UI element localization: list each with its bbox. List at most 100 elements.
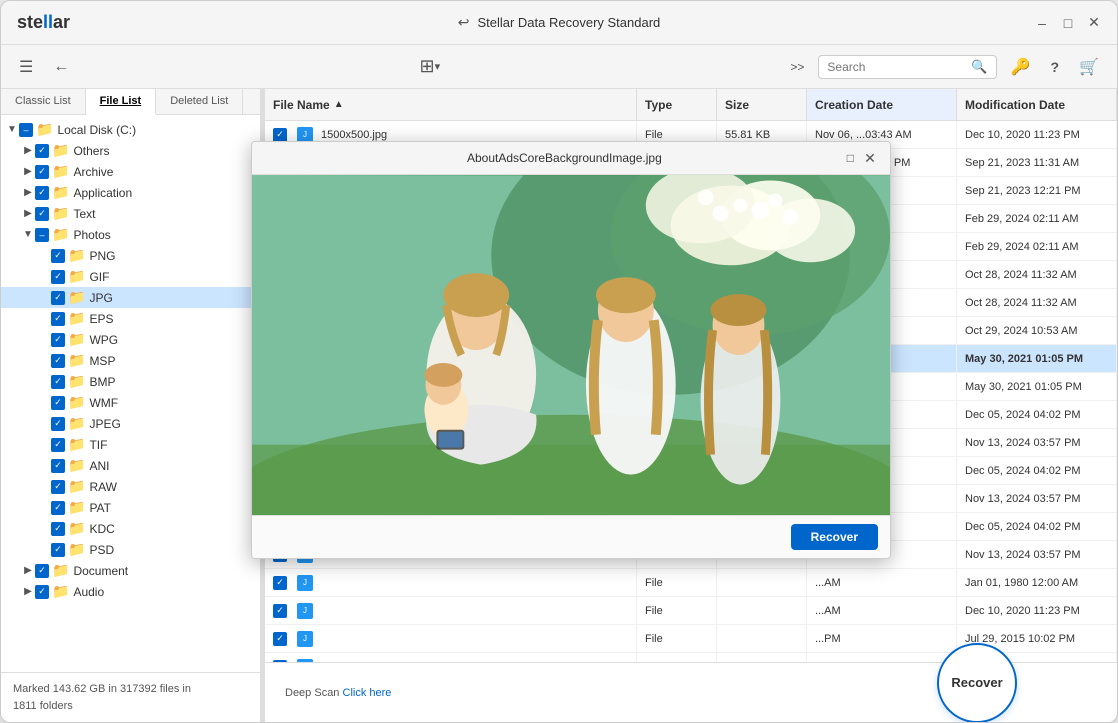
tree-checkbox-document[interactable]: ✓ [35, 564, 49, 578]
window-controls: – □ ✕ [1035, 16, 1101, 30]
tree-label-jpg: JPG [89, 291, 112, 305]
tree-checkbox-text[interactable]: ✓ [35, 207, 49, 221]
folder-icon-psd: 📁 [68, 541, 85, 558]
file-row-checkbox[interactable]: ✓ [273, 128, 287, 142]
back-button[interactable]: ← [47, 54, 75, 80]
tree-label-others: Others [73, 144, 109, 158]
file-cell-modified: Nov 13, 2024 03:57 PM [957, 485, 1117, 512]
col-header-type[interactable]: Type [637, 89, 717, 120]
tab-deleted-list[interactable]: Deleted List [156, 89, 243, 114]
folder-icon-png: 📁 [68, 247, 85, 264]
tab-file-list[interactable]: File List [86, 89, 157, 115]
folder-icon-others: 📁 [52, 142, 69, 159]
maximize-button[interactable]: □ [1061, 16, 1075, 30]
tree-item-others[interactable]: ▶ ✓ 📁 Others [1, 140, 260, 161]
tree-item-png[interactable]: ✓ 📁 PNG [1, 245, 260, 266]
tree-item-kdc[interactable]: ✓ 📁 KDC [1, 518, 260, 539]
tree-checkbox-wmf[interactable]: ✓ [51, 396, 65, 410]
modal-titlebar: AboutAdsCoreBackgroundImage.jpg □ ✕ [252, 142, 890, 175]
recover-circle-label: Recover [951, 675, 1002, 690]
col-header-size[interactable]: Size [717, 89, 807, 120]
tab-classic-list[interactable]: Classic List [1, 89, 86, 114]
modal-maximize-button[interactable]: □ [847, 151, 854, 165]
tree-label-local-disk: Local Disk (C:) [57, 123, 136, 137]
tree-item-bmp[interactable]: ✓ 📁 BMP [1, 371, 260, 392]
tree-item-pat[interactable]: ✓ 📁 PAT [1, 497, 260, 518]
search-input[interactable] [827, 60, 967, 74]
col-header-creation[interactable]: Creation Date [807, 89, 957, 120]
file-cell-name: ✓J [265, 569, 637, 596]
tree-item-msp[interactable]: ✓ 📁 MSP [1, 350, 260, 371]
folder-icon-jpeg: 📁 [68, 415, 85, 432]
tree-item-ani[interactable]: ✓ 📁 ANI [1, 455, 260, 476]
file-row-checkbox[interactable]: ✓ [273, 604, 287, 618]
tree-item-application[interactable]: ▶ ✓ 📁 Application [1, 182, 260, 203]
tree-item-wmf[interactable]: ✓ 📁 WMF [1, 392, 260, 413]
minimize-button[interactable]: – [1035, 16, 1049, 30]
file-cell-modified: Sep 21, 2023 12:21 PM [957, 177, 1117, 204]
cart-button[interactable]: 🛒 [1073, 53, 1105, 81]
tree-item-jpeg[interactable]: ✓ 📁 JPEG [1, 413, 260, 434]
tree-item-archive[interactable]: ▶ ✓ 📁 Archive [1, 161, 260, 182]
file-cell-modified: Nov 13, 2024 03:57 PM [957, 541, 1117, 568]
tree-checkbox-tif[interactable]: ✓ [51, 438, 65, 452]
file-row-checkbox[interactable]: ✓ [273, 576, 287, 590]
tree-label-eps: EPS [89, 312, 113, 326]
tree-item-eps[interactable]: ✓ 📁 EPS [1, 308, 260, 329]
tree-checkbox-audio[interactable]: ✓ [35, 585, 49, 599]
tree-checkbox-jpg[interactable]: ✓ [51, 291, 65, 305]
tree-item-gif[interactable]: ✓ 📁 GIF [1, 266, 260, 287]
modal-recover-button[interactable]: Recover [791, 524, 878, 550]
file-cell-modified: Dec 10, 2020 11:23 PM [957, 121, 1117, 148]
modal-close-button[interactable]: ✕ [860, 148, 880, 168]
tree-item-document[interactable]: ▶ ✓ 📁 Document [1, 560, 260, 581]
tree-checkbox-others[interactable]: ✓ [35, 144, 49, 158]
tree-item-jpg[interactable]: ✓ 📁 JPG [1, 287, 260, 308]
file-row-checkbox[interactable]: ✓ [273, 632, 287, 646]
tree-checkbox-jpeg[interactable]: ✓ [51, 417, 65, 431]
folder-icon-audio: 📁 [52, 583, 69, 600]
tree-item-psd[interactable]: ✓ 📁 PSD [1, 539, 260, 560]
tree-checkbox-eps[interactable]: ✓ [51, 312, 65, 326]
tree-item-local-disk[interactable]: ▼ – 📁 Local Disk (C:) [1, 119, 260, 140]
tree-label-jpeg: JPEG [89, 417, 120, 431]
col-header-filename[interactable]: File Name ▲ [265, 89, 637, 120]
tree-item-text[interactable]: ▶ ✓ 📁 Text [1, 203, 260, 224]
tree-item-wpg[interactable]: ✓ 📁 WPG [1, 329, 260, 350]
tree-checkbox-png[interactable]: ✓ [51, 249, 65, 263]
col-header-modified[interactable]: Modification Date [957, 89, 1117, 120]
tree-checkbox-msp[interactable]: ✓ [51, 354, 65, 368]
window-title: Stellar Data Recovery Standard [477, 15, 660, 30]
tree-checkbox-pat[interactable]: ✓ [51, 501, 65, 515]
tree-checkbox-gif[interactable]: ✓ [51, 270, 65, 284]
preview-modal: AboutAdsCoreBackgroundImage.jpg □ ✕ [251, 141, 891, 559]
click-here-link[interactable]: Click here [343, 687, 392, 699]
tree-checkbox-bmp[interactable]: ✓ [51, 375, 65, 389]
tree-item-audio[interactable]: ▶ ✓ 📁 Audio [1, 581, 260, 602]
tree-checkbox-archive[interactable]: ✓ [35, 165, 49, 179]
grid-view-button[interactable]: ⊞▾ [414, 52, 447, 81]
tree-checkbox-wpg[interactable]: ✓ [51, 333, 65, 347]
tree-checkbox-application[interactable]: ✓ [35, 186, 49, 200]
file-cell-name: ✓J [265, 597, 637, 624]
file-row[interactable]: ✓JFile...AMDec 10, 2020 11:23 PM [265, 597, 1117, 625]
key-button[interactable]: 🔑 [1005, 53, 1037, 81]
tree-checkbox-psd[interactable]: ✓ [51, 543, 65, 557]
recover-circle-button[interactable]: Recover [937, 643, 1017, 723]
menu-button[interactable]: ☰ [13, 53, 39, 81]
tree-item-raw[interactable]: ✓ 📁 RAW [1, 476, 260, 497]
chevron-button[interactable]: >> [784, 56, 810, 78]
tree-checkbox-photos[interactable]: – [35, 228, 49, 242]
tree-checkbox-kdc[interactable]: ✓ [51, 522, 65, 536]
tree-checkbox-local-disk[interactable]: – [19, 123, 33, 137]
col-filename-label: File Name [273, 98, 330, 112]
tree-arrow-application: ▶ [21, 187, 35, 198]
folder-icon-document: 📁 [52, 562, 69, 579]
help-button[interactable]: ? [1045, 55, 1066, 79]
close-button[interactable]: ✕ [1087, 16, 1101, 30]
tree-checkbox-raw[interactable]: ✓ [51, 480, 65, 494]
tree-checkbox-ani[interactable]: ✓ [51, 459, 65, 473]
file-row[interactable]: ✓JFile...AMJan 01, 1980 12:00 AM [265, 569, 1117, 597]
tree-item-tif[interactable]: ✓ 📁 TIF [1, 434, 260, 455]
tree-item-photos[interactable]: ▼ – 📁 Photos [1, 224, 260, 245]
